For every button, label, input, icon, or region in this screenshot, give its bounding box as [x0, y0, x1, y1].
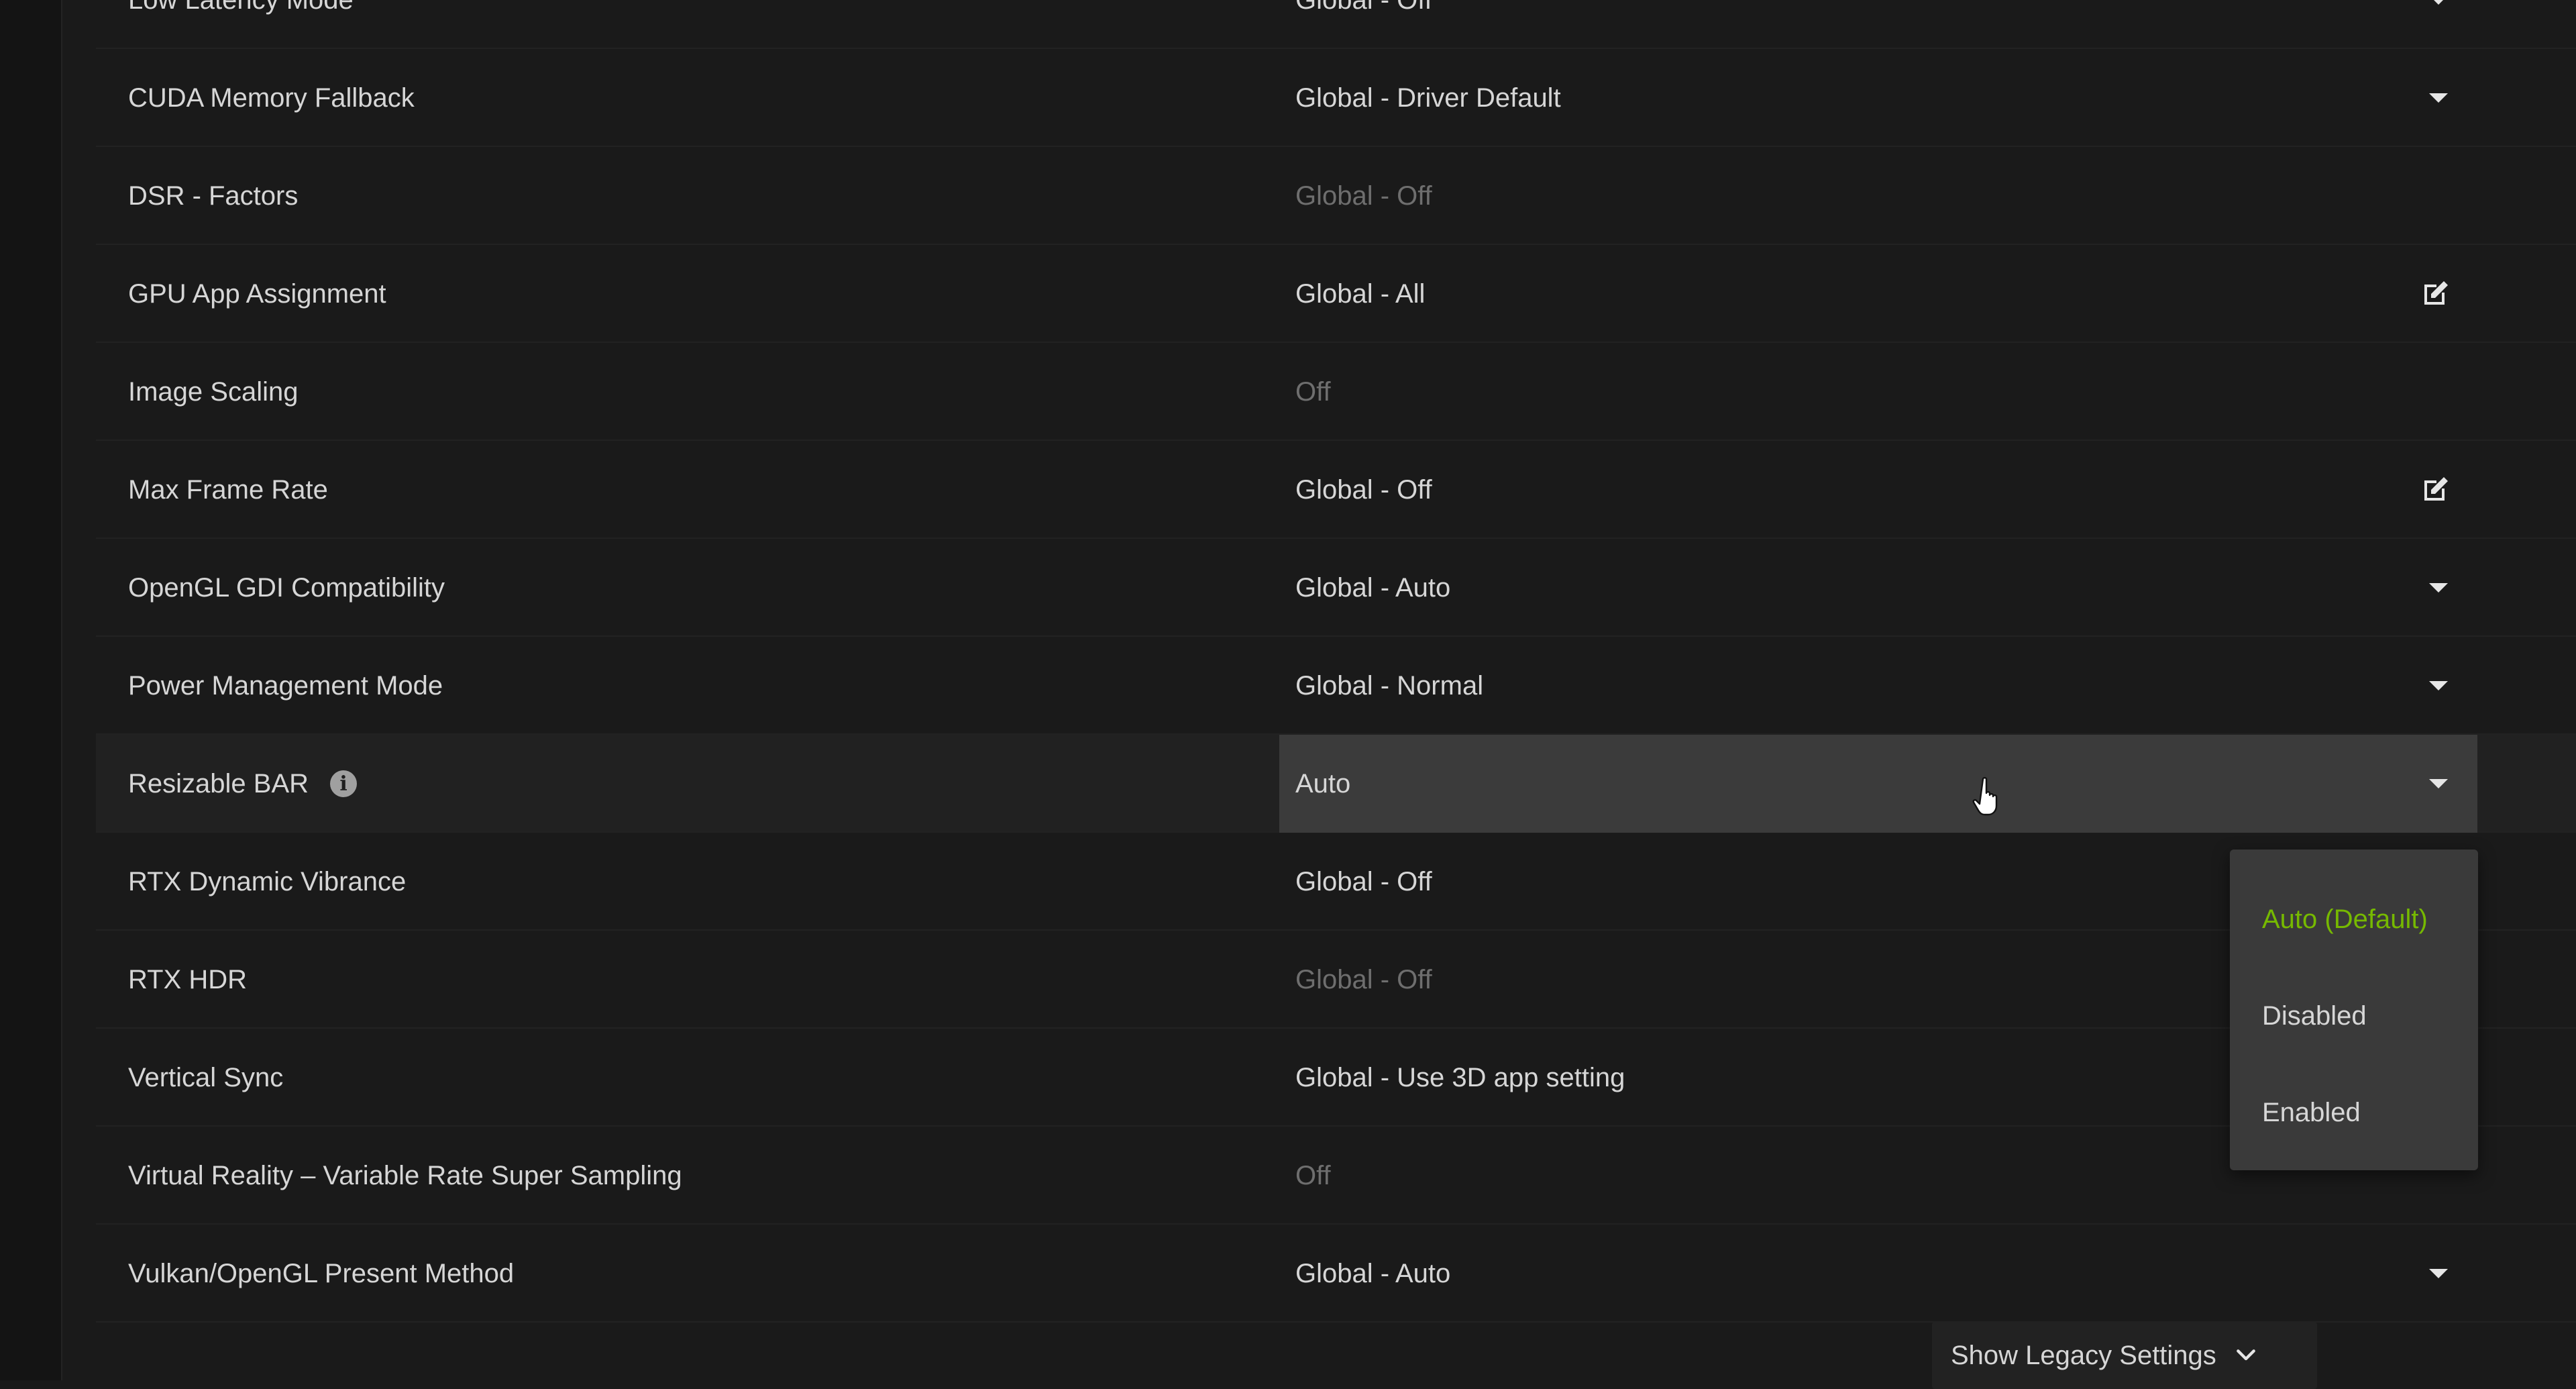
setting-row-cuda-memory-fallback: CUDA Memory Fallback Global - Driver Def… — [96, 49, 2576, 147]
setting-value-readonly: Off — [1279, 343, 2477, 441]
caret-down-icon — [2429, 583, 2448, 593]
setting-row-low-latency-mode: Low Latency Mode Global - Off — [96, 0, 2576, 49]
setting-name: Vertical Sync — [128, 1062, 284, 1092]
caret-down-icon — [2429, 0, 2448, 5]
setting-row-rtx-hdr: RTX HDR Global - Off — [96, 931, 2576, 1029]
show-legacy-settings-button[interactable]: Show Legacy Settings — [1932, 1322, 2317, 1389]
setting-name: Virtual Reality – Variable Rate Super Sa… — [128, 1160, 682, 1190]
setting-value-dropdown[interactable]: Global - Normal — [1279, 637, 2477, 735]
setting-row-max-frame-rate: Max Frame Rate Global - Off — [96, 441, 2576, 539]
setting-value-dropdown[interactable]: Global - Off — [1279, 0, 2477, 49]
setting-value: Global - Auto — [1295, 1258, 1451, 1288]
show-legacy-settings-label: Show Legacy Settings — [1951, 1340, 2216, 1370]
setting-value: Off — [1295, 376, 1331, 407]
setting-row-image-scaling: Image Scaling Off — [96, 343, 2576, 441]
setting-value: Global - Off — [1295, 0, 2429, 15]
setting-name: GPU App Assignment — [128, 278, 386, 309]
setting-name: Power Management Mode — [128, 670, 443, 701]
info-icon[interactable]: i — [330, 770, 358, 797]
setting-name: DSR - Factors — [128, 181, 299, 211]
setting-name: Low Latency Mode — [128, 0, 354, 49]
edit-icon[interactable] — [2417, 472, 2453, 508]
setting-name: CUDA Memory Fallback — [128, 83, 415, 113]
settings-list: Low Latency Mode Global - Off CUDA Memor… — [96, 0, 2576, 1323]
dropdown-option-enabled[interactable]: Enabled — [2230, 1064, 2478, 1161]
setting-name: RTX Dynamic Vibrance — [128, 866, 407, 896]
dropdown-option-auto-default[interactable]: Auto (Default) — [2230, 871, 2478, 968]
setting-value: Global - All — [1295, 278, 1426, 309]
setting-value-editable: Global - Off — [1279, 441, 2477, 539]
setting-row-opengl-gdi-compatibility: OpenGL GDI Compatibility Global - Auto — [96, 539, 2576, 637]
setting-name: RTX HDR — [128, 964, 248, 994]
setting-row-rtx-dynamic-vibrance: RTX Dynamic Vibrance Global - Off — [96, 833, 2576, 931]
setting-value-readonly: Global - Off — [1279, 147, 2477, 245]
setting-value: Global - Off — [1295, 181, 1432, 211]
setting-value: Global - Normal — [1295, 670, 1484, 701]
setting-value: Global - Driver Default — [1295, 83, 1561, 113]
setting-name: OpenGL GDI Compatibility — [128, 572, 445, 603]
setting-row-virtual-reality-vrss: Virtual Reality – Variable Rate Super Sa… — [96, 1127, 2576, 1225]
setting-row-power-management-mode: Power Management Mode Global - Normal — [96, 637, 2576, 735]
setting-row-gpu-app-assignment: GPU App Assignment Global - All — [96, 245, 2576, 343]
caret-down-icon — [2429, 779, 2448, 788]
setting-value: Global - Off — [1295, 474, 1432, 505]
setting-value-dropdown-open[interactable]: Auto — [1279, 735, 2477, 833]
setting-value: Global - Auto — [1295, 572, 1451, 603]
caret-down-icon — [2429, 93, 2448, 103]
setting-value: Auto — [1295, 768, 1351, 799]
edit-icon[interactable] — [2417, 276, 2453, 312]
setting-value-dropdown[interactable]: Global - Driver Default — [1279, 49, 2477, 147]
chevron-down-icon — [2233, 1342, 2259, 1369]
setting-row-resizable-bar: Resizable BAR i Auto — [96, 735, 2576, 833]
setting-name: Image Scaling — [128, 376, 299, 407]
setting-row-dsr-factors: DSR - Factors Global - Off — [96, 147, 2576, 245]
resizable-bar-dropdown-menu: Auto (Default) Disabled Enabled — [2230, 850, 2478, 1170]
setting-name: Resizable BAR i — [128, 735, 358, 833]
setting-row-vulkan-opengl-present-method: Vulkan/OpenGL Present Method Global - Au… — [96, 1225, 2576, 1323]
setting-value-editable: Global - All — [1279, 245, 2477, 343]
caret-down-icon — [2429, 1269, 2448, 1278]
dropdown-option-disabled[interactable]: Disabled — [2230, 968, 2478, 1064]
left-sidebar-strip — [0, 0, 62, 1380]
setting-name: Max Frame Rate — [128, 474, 328, 505]
setting-name-text: Resizable BAR — [128, 768, 309, 799]
setting-row-vertical-sync: Vertical Sync Global - Use 3D app settin… — [96, 1029, 2576, 1127]
setting-name: Vulkan/OpenGL Present Method — [128, 1258, 515, 1288]
hand-pointer-cursor — [1972, 776, 2006, 817]
setting-value-dropdown[interactable]: Global - Auto — [1279, 539, 2477, 637]
setting-value-dropdown[interactable]: Global - Auto — [1279, 1225, 2477, 1323]
caret-down-icon — [2429, 681, 2448, 690]
